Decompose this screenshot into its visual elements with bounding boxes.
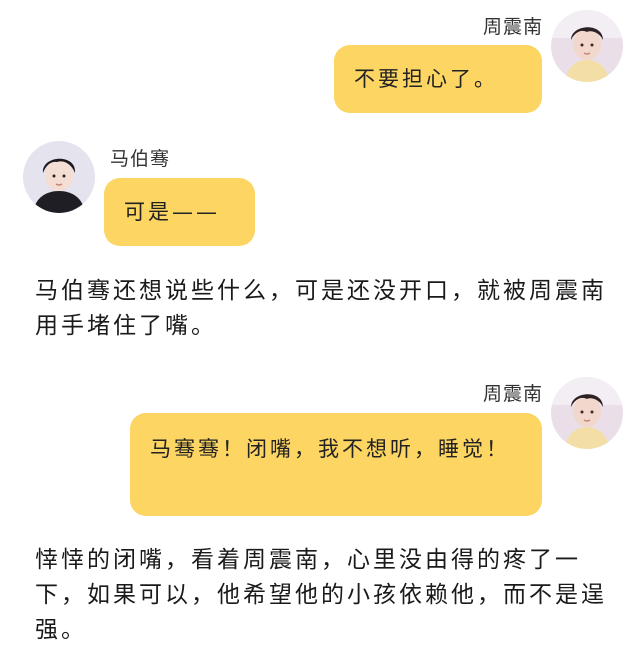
- avatar-zhou-image: [551, 377, 623, 449]
- message-text-3: 马骞骞！闭嘴，我不想听，睡觉！: [150, 437, 510, 461]
- message-bubble-1[interactable]: 不要担心了。: [334, 45, 542, 113]
- sender-name-zhou-1: 周震南: [482, 16, 543, 38]
- message-text-1: 不要担心了。: [354, 67, 498, 91]
- avatar-zhou-2[interactable]: [551, 377, 623, 449]
- avatar-zhou-image: [551, 10, 623, 82]
- narration-paragraph-2: 悻悻的闭嘴，看着周震南，心里没由得的疼了一下，如果可以，他希望他的小孩依赖他，而…: [35, 547, 607, 643]
- sender-name-ma: 马伯骞: [110, 148, 171, 170]
- avatar-ma-image: [23, 141, 95, 213]
- avatar-zhou-1[interactable]: [551, 10, 623, 82]
- sender-name-zhou-2: 周震南: [482, 383, 543, 405]
- message-bubble-2[interactable]: 可是——: [104, 178, 255, 246]
- message-bubble-3[interactable]: 马骞骞！闭嘴，我不想听，睡觉！: [130, 413, 542, 516]
- message-text-2: 可是——: [124, 200, 220, 224]
- narration-paragraph-1: 马伯骞还想说些什么，可是还没开口，就被周震南用手堵住了嘴。: [35, 278, 607, 339]
- avatar-ma[interactable]: [23, 141, 95, 213]
